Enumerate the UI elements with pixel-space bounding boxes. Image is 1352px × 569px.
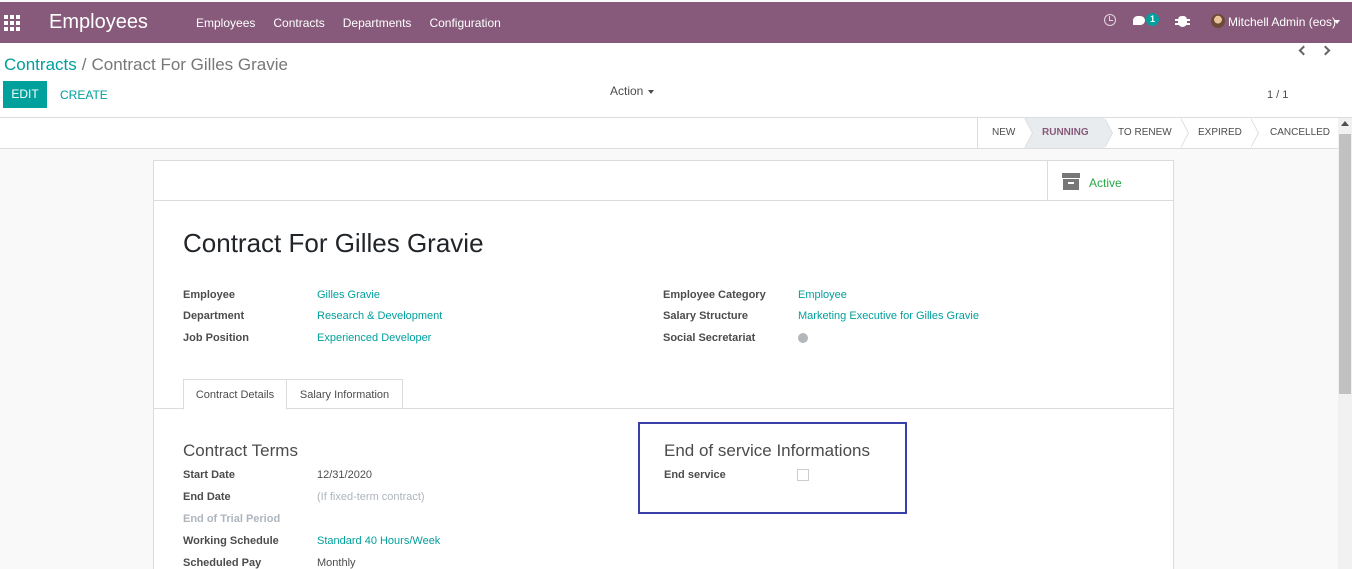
main-menu: Employees Contracts Departments Configur… — [196, 16, 519, 30]
department-label: Department — [183, 310, 245, 322]
end-service-highlight-box — [638, 422, 907, 514]
notebook-tabs: Contract Details Salary Information — [154, 379, 1173, 410]
tab-salary-information[interactable]: Salary Information — [287, 379, 403, 409]
working-schedule-link[interactable]: Standard 40 Hours/Week — [317, 535, 440, 547]
button-box: Active — [154, 161, 1173, 201]
debug-bug-icon[interactable] — [1175, 16, 1190, 27]
status-bar: NEW RUNNING TO RENEW EXPIRED CANCELLED — [0, 118, 1338, 149]
chat-count-badge: 1 — [1146, 13, 1159, 26]
chat-icon[interactable] — [1133, 16, 1145, 25]
caret-down-icon — [648, 89, 655, 94]
stage-new[interactable]: NEW — [978, 118, 1033, 148]
create-button[interactable]: CREATE — [60, 88, 108, 102]
stage-running-label: RUNNING — [1042, 127, 1089, 138]
stage-cancelled[interactable]: CANCELLED — [1250, 118, 1340, 148]
end-service-label: End service — [664, 469, 726, 481]
salary-structure-link[interactable]: Marketing Executive for Gilles Gravie — [798, 310, 979, 322]
stage-to-renew-label: TO RENEW — [1118, 127, 1172, 138]
user-menu[interactable]: Mitchell Admin (eos) — [1228, 15, 1336, 29]
menu-item-employees[interactable]: Employees — [196, 16, 255, 30]
menu-item-configuration[interactable]: Configuration — [429, 16, 500, 30]
control-panel: Contracts / Contract For Gilles Gravie EDI… — [0, 43, 1352, 118]
social-secretariat-status-dot[interactable] — [798, 333, 808, 343]
scheduled-pay-field[interactable]: Monthly — [317, 557, 356, 569]
active-label: Active — [1089, 176, 1122, 190]
start-date-label: Start Date — [183, 469, 235, 481]
end-date-field[interactable]: (If fixed-term contract) — [317, 491, 425, 503]
employee-label: Employee — [183, 289, 235, 301]
breadcrumb-separator: / — [81, 55, 87, 74]
activity-clock-icon[interactable] — [1104, 14, 1116, 26]
avatar[interactable] — [1211, 14, 1225, 28]
breadcrumb: Contracts / Contract For Gilles Gravie — [4, 55, 288, 75]
breadcrumb-current: Contract For Gilles Gravie — [91, 55, 288, 74]
menu-item-contracts[interactable]: Contracts — [273, 16, 324, 30]
end-service-title: End of service Informations — [664, 441, 870, 460]
stage-expired[interactable]: EXPIRED — [1180, 118, 1259, 148]
form-sheet: Active Contract For Gilles Gravie Employ… — [153, 160, 1174, 569]
job-position-label: Job Position — [183, 332, 249, 344]
tab-contract-details[interactable]: Contract Details — [183, 379, 287, 410]
action-label: Action — [610, 84, 644, 98]
scroll-up-arrow-icon[interactable] — [1341, 121, 1349, 126]
scrollbar-thumb[interactable] — [1339, 134, 1351, 394]
menu-item-departments[interactable]: Departments — [343, 16, 412, 30]
scheduled-pay-label: Scheduled Pay — [183, 557, 262, 569]
stage-cancelled-label: CANCELLED — [1270, 127, 1331, 138]
social-secretariat-label: Social Secretariat — [663, 332, 756, 344]
active-toggle-button[interactable]: Active — [1047, 161, 1173, 200]
stage-pipeline: NEW RUNNING TO RENEW EXPIRED CANCELLED — [977, 118, 1340, 148]
stage-expired-label: EXPIRED — [1198, 127, 1242, 138]
salary-structure-label: Salary Structure — [663, 310, 748, 322]
stage-new-label: NEW — [992, 127, 1016, 138]
job-position-link[interactable]: Experienced Developer — [317, 332, 431, 344]
app-title: Employees — [49, 11, 148, 33]
start-date-field[interactable]: 12/31/2020 — [317, 469, 372, 481]
contract-title: Contract For Gilles Gravie — [183, 228, 484, 258]
contract-terms-title: Contract Terms — [183, 441, 298, 460]
breadcrumb-contracts[interactable]: Contracts — [4, 55, 77, 74]
employee-category-link[interactable]: Employee — [798, 289, 847, 301]
end-date-label: End Date — [183, 491, 231, 503]
stage-to-renew[interactable]: TO RENEW — [1104, 118, 1189, 148]
apps-grid-icon[interactable] — [4, 15, 20, 31]
action-dropdown[interactable]: Action — [610, 84, 655, 98]
department-link[interactable]: Research & Development — [317, 310, 442, 322]
chevron-down-icon[interactable] — [1334, 20, 1340, 24]
edit-button[interactable]: EDIT — [3, 81, 47, 108]
end-of-trial-label: End of Trial Period — [183, 513, 281, 525]
end-service-checkbox[interactable] — [797, 469, 809, 481]
employee-category-label: Employee Category — [663, 289, 766, 301]
archive-icon — [1062, 173, 1080, 190]
stage-running[interactable]: RUNNING — [1024, 118, 1113, 148]
employee-link[interactable]: Gilles Gravie — [317, 289, 380, 301]
working-schedule-label: Working Schedule — [183, 535, 279, 547]
pager-value[interactable]: 1 / 1 — [1267, 89, 1288, 101]
